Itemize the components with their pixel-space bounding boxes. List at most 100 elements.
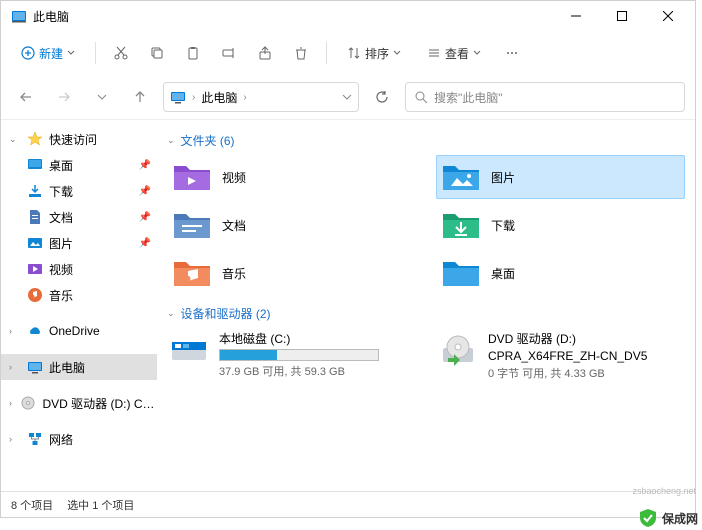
share-button[interactable] xyxy=(250,38,280,68)
chevron-down-icon: ⌄ xyxy=(9,134,21,145)
status-selected-count: 选中 1 个项目 xyxy=(67,497,134,513)
sidebar-music[interactable]: 音乐 xyxy=(1,282,157,308)
cut-icon xyxy=(113,45,129,61)
paste-button[interactable] xyxy=(178,38,208,68)
sidebar-dvd[interactable]: › DVD 驱动器 (D:) CPRA_X64FRE_ZH-CN_DV5 xyxy=(1,390,157,416)
search-input[interactable]: 搜索"此电脑" xyxy=(405,82,685,112)
sidebar-label: DVD 驱动器 (D:) CPRA_X64FRE_ZH-CN_DV5 xyxy=(42,395,157,412)
trash-icon xyxy=(293,45,309,61)
sidebar-label: 此电脑 xyxy=(49,359,85,376)
chevron-down-icon xyxy=(393,49,401,57)
breadcrumb-chevron-icon: › xyxy=(192,92,195,103)
view-button-label: 查看 xyxy=(445,45,469,62)
sidebar-videos[interactable]: 视频 xyxy=(1,256,157,282)
disk-icon xyxy=(169,330,209,370)
toolbar: 新建 排序 查看 xyxy=(1,31,695,75)
delete-button[interactable] xyxy=(286,38,316,68)
folder-label: 视频 xyxy=(222,169,246,186)
ellipsis-icon xyxy=(504,45,520,61)
watermark-url: zsbaocheng.net xyxy=(632,486,696,496)
dvd-drive-icon xyxy=(438,330,478,370)
desktop-icon xyxy=(27,157,43,173)
recent-button[interactable] xyxy=(87,82,117,112)
folder-label: 桌面 xyxy=(491,265,515,282)
drive-c[interactable]: 本地磁盘 (C:) 37.9 GB 可用, 共 59.3 GB xyxy=(167,328,416,383)
explorer-window: 此电脑 新建 排序 查看 xyxy=(0,0,696,518)
sort-button[interactable]: 排序 xyxy=(337,40,411,67)
desktop-folder-icon xyxy=(441,256,481,290)
up-button[interactable] xyxy=(125,82,155,112)
chevron-down-icon[interactable] xyxy=(342,92,352,102)
sidebar-label: 下载 xyxy=(49,183,73,200)
arrow-left-icon xyxy=(19,90,33,104)
chevron-right-icon: › xyxy=(9,434,21,444)
sidebar-network[interactable]: › 网络 xyxy=(1,426,157,452)
new-button[interactable]: 新建 xyxy=(11,40,85,67)
download-icon xyxy=(27,183,43,199)
sidebar: ⌄ 快速访问 桌面 📌 下载 📌 文档 📌 图片 xyxy=(1,120,157,487)
disc-icon xyxy=(20,395,36,411)
chevron-down-icon xyxy=(67,49,75,57)
folder-music[interactable]: 音乐 xyxy=(167,251,416,295)
pin-icon: 📌 xyxy=(139,160,151,171)
drive-d[interactable]: DVD 驱动器 (D:) CPRA_X64FRE_ZH-CN_DV5 0 字节 … xyxy=(436,328,685,383)
maximize-button[interactable] xyxy=(599,1,645,31)
statusbar: 8 个项目 选中 1 个项目 xyxy=(1,491,695,517)
sidebar-desktop[interactable]: 桌面 📌 xyxy=(1,152,157,178)
sidebar-label: 视频 xyxy=(49,261,73,278)
plus-circle-icon xyxy=(21,46,35,60)
pictures-folder-icon xyxy=(441,160,481,194)
video-icon xyxy=(27,261,43,277)
new-button-label: 新建 xyxy=(39,45,63,62)
rename-button[interactable] xyxy=(214,38,244,68)
chevron-right-icon: › xyxy=(9,326,21,336)
breadcrumb-location[interactable]: 此电脑 xyxy=(201,89,237,106)
sidebar-this-pc[interactable]: › 此电脑 xyxy=(1,354,157,380)
sidebar-label: 文档 xyxy=(49,209,73,226)
sidebar-downloads[interactable]: 下载 📌 xyxy=(1,178,157,204)
folder-label: 文档 xyxy=(222,217,246,234)
folder-downloads[interactable]: 下载 xyxy=(436,203,685,247)
drive-status: 0 字节 可用, 共 4.33 GB xyxy=(488,365,683,381)
star-icon xyxy=(27,131,43,147)
refresh-button[interactable] xyxy=(367,82,397,112)
cut-button[interactable] xyxy=(106,38,136,68)
folder-documents[interactable]: 文档 xyxy=(167,203,416,247)
sidebar-label: 音乐 xyxy=(49,287,73,304)
share-icon xyxy=(257,45,273,61)
forward-button[interactable] xyxy=(49,82,79,112)
search-icon xyxy=(414,90,428,104)
folder-pictures[interactable]: 图片 xyxy=(436,155,685,199)
folder-desktop[interactable]: 桌面 xyxy=(436,251,685,295)
drive-usage-bar xyxy=(219,349,379,361)
back-button[interactable] xyxy=(11,82,41,112)
window-title: 此电脑 xyxy=(33,8,553,25)
arrow-right-icon xyxy=(57,90,71,104)
drive-status: 37.9 GB 可用, 共 59.3 GB xyxy=(219,363,414,379)
copy-button[interactable] xyxy=(142,38,172,68)
view-button[interactable]: 查看 xyxy=(417,40,491,67)
breadcrumb-chevron-icon: › xyxy=(243,92,246,103)
folder-label: 音乐 xyxy=(222,265,246,282)
sidebar-quick-access[interactable]: ⌄ 快速访问 xyxy=(1,126,157,152)
copy-icon xyxy=(149,45,165,61)
sort-button-label: 排序 xyxy=(365,45,389,62)
app-icon xyxy=(11,8,27,24)
minimize-button[interactable] xyxy=(553,1,599,31)
address-bar[interactable]: › 此电脑 › xyxy=(163,82,359,112)
sidebar-label: 图片 xyxy=(49,235,73,252)
this-pc-icon xyxy=(170,89,186,105)
folders-section-header[interactable]: ⌄ 文件夹 (6) xyxy=(167,132,685,149)
close-button[interactable] xyxy=(645,1,691,31)
drives-section-header[interactable]: ⌄ 设备和驱动器 (2) xyxy=(167,305,685,322)
more-button[interactable] xyxy=(497,38,527,68)
folder-videos[interactable]: 视频 xyxy=(167,155,416,199)
drives-grid: 本地磁盘 (C:) 37.9 GB 可用, 共 59.3 GB DVD 驱动器 … xyxy=(167,328,685,383)
drive-name-line1: DVD 驱动器 (D:) xyxy=(488,330,683,347)
drive-info: DVD 驱动器 (D:) CPRA_X64FRE_ZH-CN_DV5 0 字节 … xyxy=(488,330,683,381)
sidebar-label: 网络 xyxy=(49,431,73,448)
sidebar-onedrive[interactable]: › OneDrive xyxy=(1,318,157,344)
sidebar-documents[interactable]: 文档 📌 xyxy=(1,204,157,230)
pin-icon: 📌 xyxy=(139,238,151,249)
sidebar-pictures[interactable]: 图片 📌 xyxy=(1,230,157,256)
